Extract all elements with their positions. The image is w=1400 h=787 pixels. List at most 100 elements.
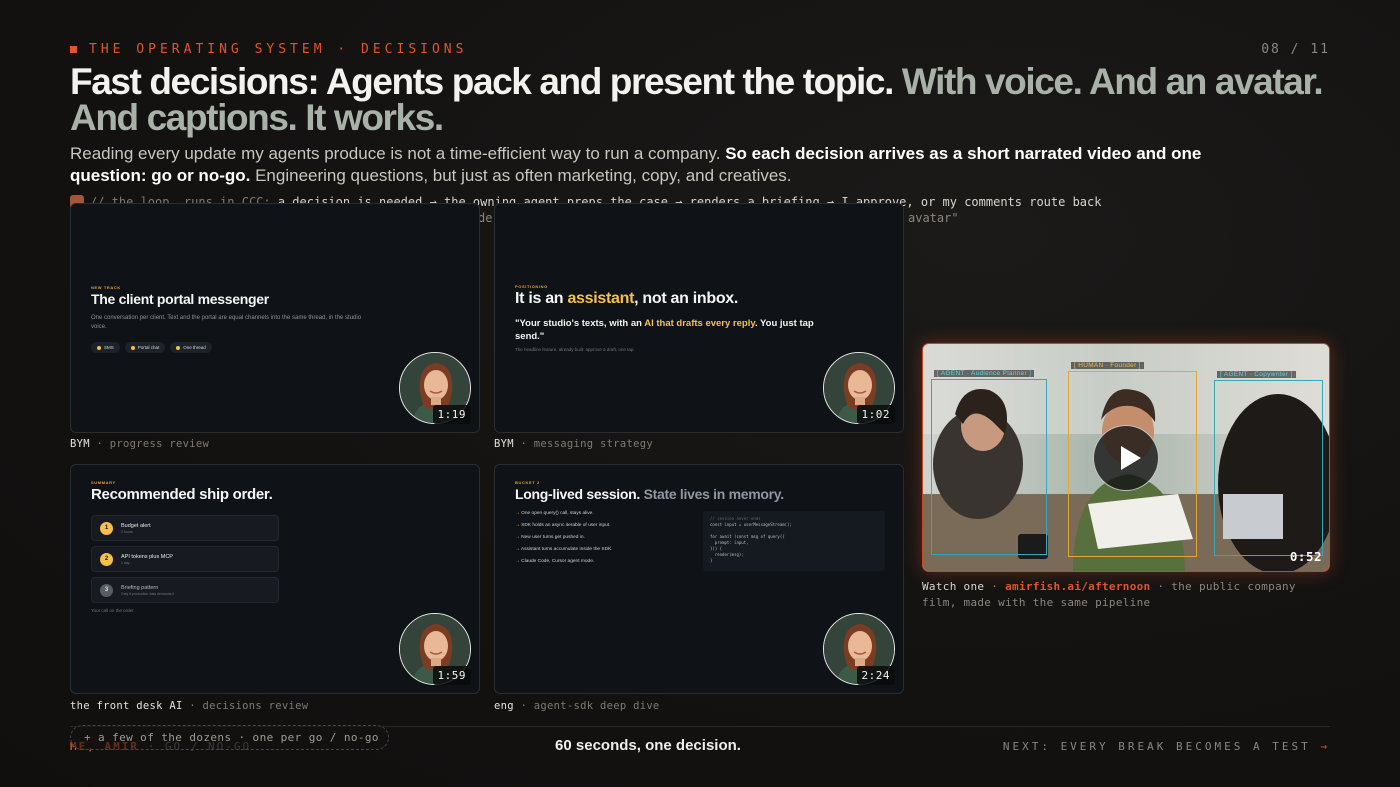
page-number: 08 / 11 [1261, 42, 1330, 57]
quote-highlight: AI that drafts every reply [644, 318, 755, 329]
card-eyebrow: NEW TRACK [91, 285, 121, 290]
bullet-item: → One open query() call, stays alive. [515, 511, 613, 516]
bullet-list: → One open query() call, stays alive. → … [515, 511, 613, 571]
next-label: NEXT: EVERY BREAK BECOMES A TEST [1002, 740, 1311, 753]
pill: SMS [91, 342, 120, 353]
dot-icon [176, 345, 181, 350]
item-number: 1 [100, 521, 113, 535]
video-card-messaging-strategy[interactable]: POSITIONING It is an assistant, not an i… [494, 203, 904, 433]
item-number: 2 [100, 552, 113, 566]
pill: One thread [170, 342, 212, 353]
caption-owner: the front desk AI [70, 700, 183, 712]
caption-topic: messaging strategy [533, 438, 653, 450]
arrow-right-icon: → [1320, 740, 1330, 753]
kicker-label: THE OPERATING SYSTEM · DECISIONS [89, 42, 468, 57]
item-sub: Only if production data demands it [121, 591, 175, 596]
loop-fragment-a: de [478, 211, 493, 225]
card-eyebrow: SUMMARY [91, 480, 116, 485]
item-title: Budget alert [121, 522, 151, 529]
video-card-progress-review[interactable]: NEW TRACK The client portal messenger On… [70, 203, 480, 433]
video-duration: 1:19 [432, 405, 471, 424]
headline-main: Fast decisions: Agents pack and present … [70, 61, 894, 102]
square-bullet-icon [70, 46, 77, 53]
video-duration: 1:02 [856, 405, 895, 424]
card-body: One conversation per client. Text and th… [91, 315, 362, 330]
subtitle-part1: Reading every update my agents produce i… [70, 144, 721, 163]
item-sub: 2 hours [121, 529, 133, 534]
card-footer: Your call on the order. [91, 608, 135, 613]
company-film-player[interactable]: [ AGENT · Audience Planner ] [ HUMAN · F… [922, 343, 1330, 572]
item-number: 3 [100, 583, 113, 597]
bullet-text: Assistant turns accumulate inside the SD… [520, 547, 613, 552]
code-snippet: // session never ends const input = user… [703, 511, 885, 571]
bullet-item: → Assistant turns accumulate inside the … [515, 547, 613, 552]
code-comment: // session never ends [710, 516, 761, 521]
bullet-item: → Claude Code, Cursor agent mode. [515, 559, 613, 564]
page-title: Fast decisions: Agents pack and present … [70, 61, 1340, 136]
video-card-agent-sdk[interactable]: BUCKET 2 Long-lived session. State lives… [494, 464, 904, 694]
title-muted: State lives in memory. [643, 486, 785, 502]
caption-topic: decisions review [202, 700, 309, 712]
bullet-item: → New user turns get pushed in. [515, 535, 613, 540]
card-title: Recommended ship order. [91, 486, 273, 503]
caption-owner: BYM [70, 438, 90, 450]
caption-topic: agent-sdk deep dive [533, 700, 660, 712]
pill-label: SMS [104, 345, 114, 350]
box-label: [ AGENT · Audience Planner ] [934, 370, 1035, 377]
subtitle: Reading every update my agents produce i… [70, 143, 1220, 187]
box-label: [ AGENT · Copywriter ] [1217, 371, 1296, 378]
code-body: const input = userMessageStream(); for a… [710, 522, 792, 563]
title-highlight: assistant [567, 290, 635, 307]
title-part: Long-lived session. [515, 486, 644, 502]
caption-owner: eng [494, 700, 514, 712]
list-item: 3 Briefing pattern Only if production dat… [91, 577, 279, 603]
card-caption: eng · agent-sdk deep dive [494, 700, 660, 712]
bullet-text: One open query() call, stays alive. [521, 511, 594, 516]
caption-topic: progress review [109, 438, 210, 450]
bullet-text: New user turns get pushed in. [521, 535, 585, 540]
pill-label: One thread [183, 345, 206, 350]
card-caption: BYM · messaging strategy [494, 438, 653, 450]
card-caption: the front desk AI · decisions review [70, 700, 309, 712]
film-caption: Watch one · amirfish.ai/afternoon · the … [922, 580, 1296, 609]
card-title: The client portal messenger [91, 291, 269, 307]
dot-icon [130, 345, 135, 350]
caption-owner: BYM [494, 438, 514, 450]
subtitle-part2: Engineering questions, but just as often… [255, 166, 792, 185]
ship-order-list: 1 Budget alert 2 hours 2 API tokens plus … [91, 515, 279, 608]
section-kicker: THE OPERATING SYSTEM · DECISIONS [70, 42, 467, 57]
card-quote: "Your studio's texts, with an AI that dr… [515, 317, 825, 343]
dot-icon [97, 345, 101, 350]
agent-box-copywriter: [ AGENT · Copywriter ] [1214, 371, 1323, 556]
item-sub: 1 day [121, 560, 130, 565]
title-part: , not an inbox. [634, 290, 739, 307]
list-item: 1 Budget alert 2 hours [91, 515, 279, 541]
pill-label: Portal chat [137, 345, 160, 350]
video-duration: 1:59 [432, 666, 471, 685]
bullet-item: → SDK holds an async iterable of user in… [515, 523, 613, 528]
list-item: 2 API tokens plus MCP 1 day [91, 546, 279, 572]
quote-part: "Your studio's texts, with an [515, 318, 645, 329]
card-eyebrow: BUCKET 2 [515, 480, 540, 485]
card-title: It is an assistant, not an inbox. [515, 290, 738, 308]
watch-label: Watch one [922, 580, 985, 593]
agent-box-audience-planner: [ AGENT · Audience Planner ] [931, 370, 1047, 555]
bullet-text: SDK holds an async iterable of user inpu… [521, 523, 611, 528]
next-link[interactable]: NEXT: EVERY BREAK BECOMES A TEST → [1003, 740, 1330, 753]
loop-fragment-b: avatar" [908, 211, 959, 225]
pill: Portal chat [124, 342, 166, 353]
video-duration: 2:24 [856, 666, 895, 685]
card-title: Long-lived session. State lives in memor… [515, 486, 784, 502]
title-part: It is an [515, 290, 568, 307]
channel-pills: SMS Portal chat One thread [91, 342, 212, 353]
item-title: API tokens plus MCP [121, 553, 173, 560]
box-label: [ HUMAN · Founder ] [1071, 362, 1144, 369]
bullet-text: Claude Code, Cursor agent mode. [521, 559, 595, 564]
video-duration: 0:52 [1289, 549, 1322, 564]
play-icon[interactable] [1093, 425, 1159, 491]
video-card-decisions-review[interactable]: SUMMARY Recommended ship order. 1 Budget… [70, 464, 480, 694]
film-link[interactable]: amirfish.ai/afternoon [1005, 580, 1150, 593]
card-note: The headline feature, already built: app… [515, 347, 635, 352]
card-eyebrow: POSITIONING [515, 284, 548, 289]
card-caption: BYM · progress review [70, 438, 210, 450]
